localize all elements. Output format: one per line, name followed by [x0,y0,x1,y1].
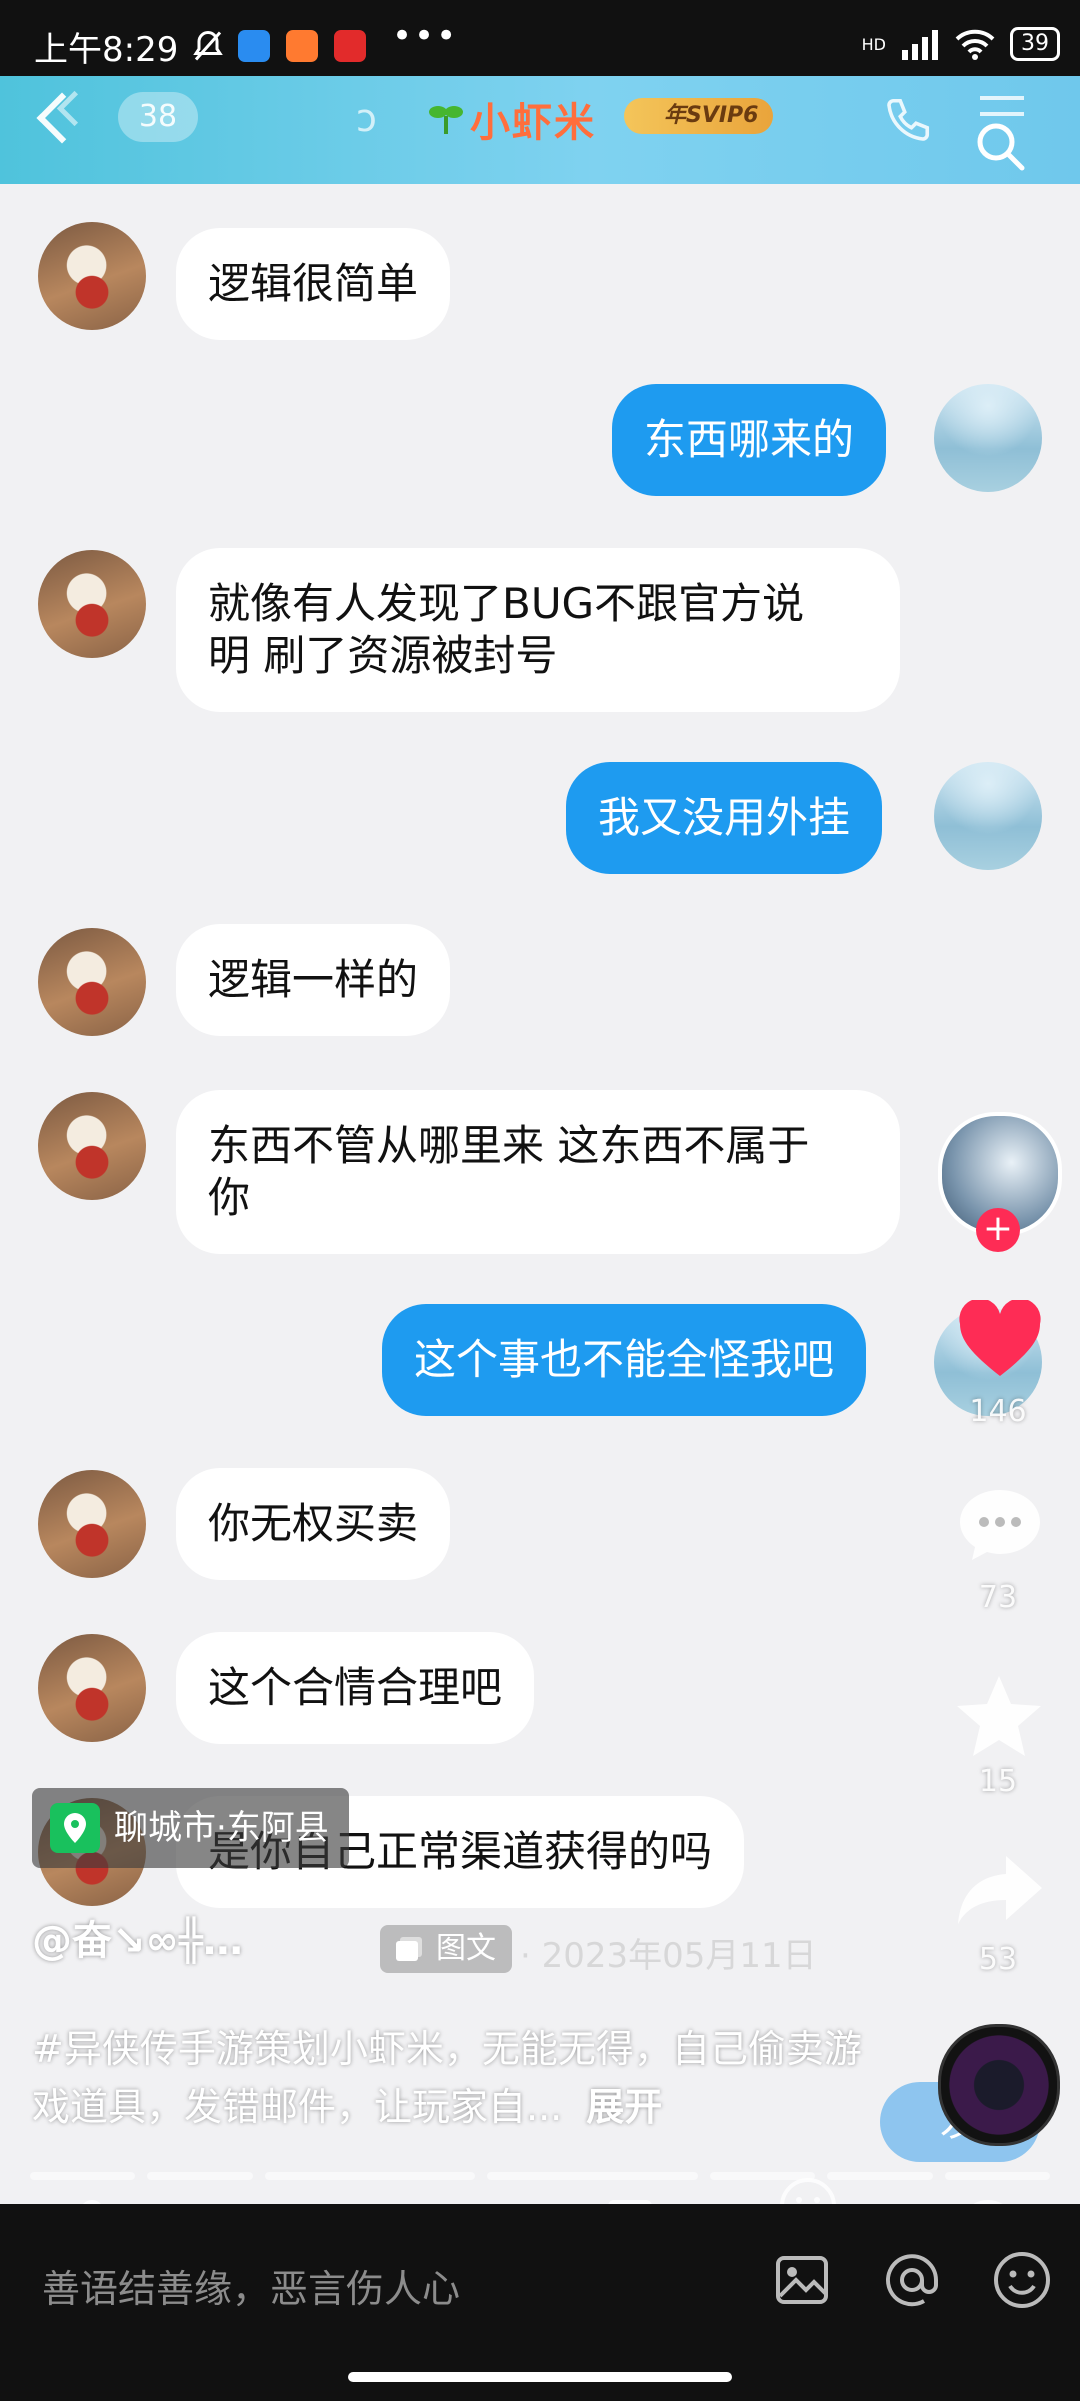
chat-input-toolbar [0,2178,1080,2204]
music-disc[interactable] [938,2024,1060,2146]
message-bubble-left: 逻辑一样的 [176,924,451,1036]
app-icon-messenger [238,30,270,62]
location-tag[interactable]: 聊城市·东阿县 [32,1788,349,1868]
comment-bar: 善语结善缘，恶言伤人心 [0,2204,1080,2401]
voice-icon[interactable] [60,2196,124,2204]
sprout-icon [429,106,463,134]
author-name[interactable]: @奋↘∞╬… [32,1908,243,1966]
contact-avatar[interactable] [38,1470,146,1578]
post-description: #异侠传手游策划小虾米，无能无得，自己偷卖游戏道具，发错邮件，让玩家自... 展开 [32,2020,892,2136]
self-avatar[interactable] [934,384,1042,492]
app-icon-news [334,30,366,62]
share-count: 53 [978,1942,1018,1977]
mention-icon[interactable] [880,2248,944,2312]
status-time: 上午8:29 [34,30,179,70]
location-pin-icon [50,1803,100,1853]
message-bubble-right: 这个事也不能全怪我吧 [382,1304,867,1416]
location-label: 聊城市·东阿县 [114,1808,329,1848]
svip-badge: 年SVIP6 [624,98,773,134]
contact-avatar[interactable] [38,222,146,330]
screen-share-icon[interactable] [236,2196,300,2204]
network-type: HD [861,34,886,54]
progress-segment [827,2172,933,2180]
progress-segment [487,2172,698,2180]
contact-avatar[interactable] [38,1092,146,1200]
signal-icon [902,30,938,60]
favorite-star-icon[interactable] [954,1672,1044,1758]
contact-nickname: 小虾米 [470,100,596,146]
status-bar: 上午8:29 ••• HD 39 [0,0,1080,76]
battery-icon: 39 [1010,27,1060,61]
camera-icon[interactable] [418,2196,482,2204]
comment-input[interactable]: 善语结善缘，恶言伤人心 [42,2258,460,2313]
contact-avatar[interactable] [38,928,146,1036]
share-icon[interactable] [954,1852,1046,1928]
contact-avatar[interactable] [38,550,146,658]
image-progress-indicator [30,2172,1050,2180]
plus-icon[interactable] [956,2196,1020,2204]
notification-off-icon [193,30,223,61]
comment-count: 73 [978,1580,1018,1615]
progress-segment [147,2172,253,2180]
earpiece-icon: ↄ [356,96,377,140]
heart-icon[interactable] [956,1300,1044,1380]
expand-button[interactable]: 展开 [586,2085,662,2129]
favorite-count: 15 [978,1764,1018,1799]
progress-segment [944,2172,1050,2180]
unread-count-badge: 38 [118,92,198,142]
search-icon[interactable] [970,116,1030,176]
message-bubble-left: 就像有人发现了BUG不跟官方说 明 刷了资源被封号 [176,548,900,712]
home-indicator[interactable] [348,2372,732,2382]
chat-screenshot: 38 ↄ 小虾米 年SVIP6 逻辑很简单 东西哪来的 就像有人发现了BUG不跟… [0,76,1080,2204]
follow-button[interactable]: + [976,1208,1020,1252]
contact-avatar[interactable] [38,1634,146,1742]
post-type-label: 图文 [436,1931,496,1966]
phone-icon[interactable] [880,94,934,148]
post-type-tag: 图文 [380,1925,512,1973]
red-packet-icon[interactable] [598,2196,662,2204]
emoji-icon[interactable] [990,2248,1054,2312]
message-bubble-left: 你无权买卖 [176,1468,451,1580]
description-text: #异侠传手游策划小虾米，无能无得，自己偷卖游戏道具，发错邮件，让玩家自... [32,2027,862,2129]
self-avatar[interactable] [934,762,1042,870]
message-bubble-left: 东西不管从哪里来 这东西不属于 你 [176,1090,900,1254]
wifi-icon [955,29,995,60]
progress-segment [30,2172,136,2180]
progress-segment [710,2172,816,2180]
progress-segment [264,2172,476,2180]
like-count: 146 [969,1394,1027,1429]
message-bubble-left: 这个合情合理吧 [176,1632,535,1744]
message-bubble-right: 东西哪来的 [612,384,887,496]
image-text-icon [396,1937,422,1961]
chat-header: 38 ↄ 小虾米 年SVIP6 [0,76,1080,184]
comment-icon[interactable] [956,1486,1044,1562]
image-icon[interactable] [770,2248,834,2312]
status-more-icon: ••• [392,16,459,56]
post-date: · 2023年05月11日 [520,1936,817,1976]
message-bubble-left: 逻辑很简单 [176,228,451,340]
message-bubble-right: 我又没用外挂 [566,762,883,874]
status-right-group: HD 39 [862,24,1060,64]
app-icon-shop [286,30,318,62]
